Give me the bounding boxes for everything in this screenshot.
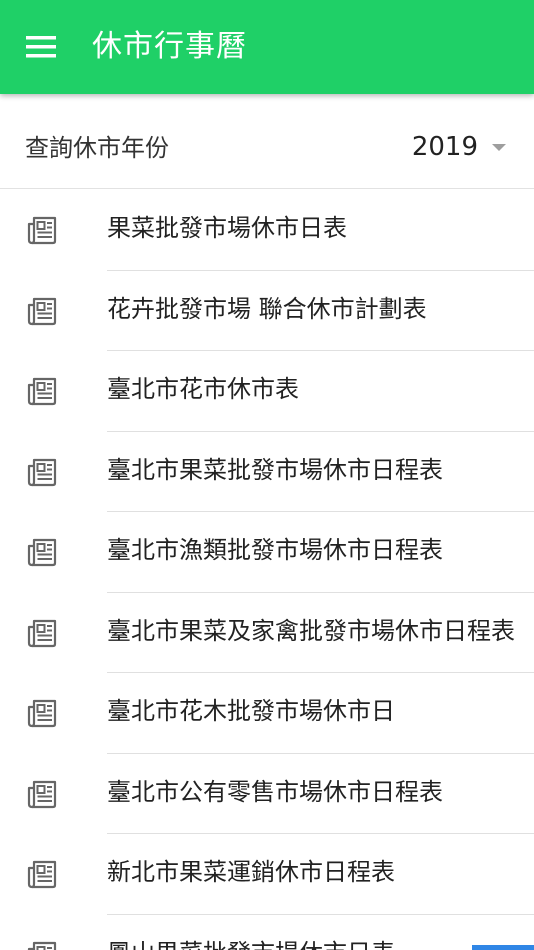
newspaper-icon: [27, 941, 57, 950]
newspaper-icon: [27, 458, 57, 486]
dropdown-arrow-icon: [492, 143, 506, 151]
newspaper-icon: [27, 860, 57, 889]
list-item-label: 臺北市花木批發市場休市日: [107, 697, 395, 725]
newspaper-icon: [27, 538, 57, 567]
year-selector-label: 查詢休市年份: [25, 134, 169, 162]
menu-button[interactable]: [14, 20, 68, 74]
newspaper-icon: [27, 619, 57, 647]
list-item-3[interactable]: 臺北市花市休市表: [0, 351, 534, 432]
list-item-label: 臺北市果菜及家禽批發市場休市日程表: [107, 616, 515, 645]
list-item-label: 鳳山果菜批發市場休市日表: [107, 935, 524, 950]
list-item-5[interactable]: 臺北市漁類批發市場休市日程表: [0, 512, 534, 593]
newspaper-icon: [27, 216, 57, 245]
hamburger-menu-icon: [26, 36, 56, 58]
list-item-label: 果菜批發市場休市日表: [107, 214, 347, 242]
year-dropdown[interactable]: 2019: [412, 127, 506, 167]
list-item-label: 花卉批發市場 聯合休市計劃表: [107, 294, 427, 323]
list-item-label: 臺北市花市休市表: [107, 375, 299, 403]
schedule-list: 果菜批發市場休市日表 花卉批發市場 聯合休市計劃表 臺北市花市休市表 臺北市果菜…: [0, 190, 534, 950]
app-bar: 休市行事曆: [0, 0, 534, 94]
list-item-label: 臺北市公有零售市場休市日程表: [107, 777, 443, 806]
list-item-label: 臺北市果菜批發市場休市日程表: [107, 455, 443, 484]
bottom-accent-bar: [472, 945, 534, 950]
list-item-10[interactable]: 鳳山果菜批發市場休市日表: [0, 915, 534, 950]
page-title: 休市行事曆: [92, 29, 247, 64]
list-item-6[interactable]: 臺北市果菜及家禽批發市場休市日程表: [0, 593, 534, 673]
list-item-4[interactable]: 臺北市果菜批發市場休市日程表: [0, 432, 534, 512]
app-screen: 休市行事曆 查詢休市年份 2019 果菜批發市場休市日表 花卉批發市場 聯合休市…: [0, 0, 534, 950]
newspaper-icon: [27, 297, 57, 325]
list-item-9[interactable]: 新北市果菜運銷休市日程表: [0, 834, 534, 915]
list-item-1[interactable]: 果菜批發市場休市日表: [0, 190, 534, 271]
newspaper-icon: [27, 699, 57, 728]
list-item-7[interactable]: 臺北市花木批發市場休市日: [0, 673, 534, 754]
list-item-8[interactable]: 臺北市公有零售市場休市日程表: [0, 754, 534, 834]
year-selector-row: 查詢休市年份 2019: [0, 109, 534, 189]
year-dropdown-value: 2019: [411, 132, 478, 162]
list-item-2[interactable]: 花卉批發市場 聯合休市計劃表: [0, 271, 534, 351]
newspaper-icon: [27, 377, 57, 406]
list-item-label: 新北市果菜運銷休市日程表: [107, 858, 395, 886]
newspaper-icon: [27, 780, 57, 808]
list-item-label: 臺北市漁類批發市場休市日程表: [107, 536, 443, 564]
